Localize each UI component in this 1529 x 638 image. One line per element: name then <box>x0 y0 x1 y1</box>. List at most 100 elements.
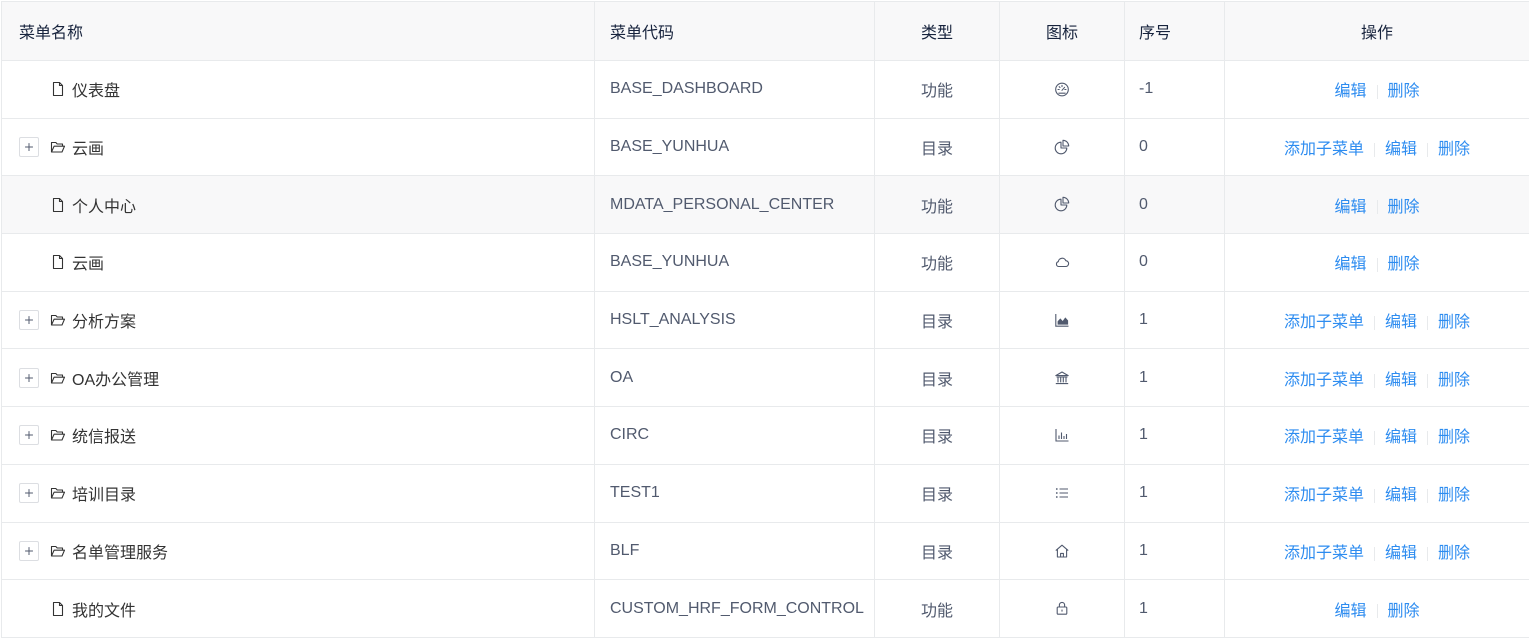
menu-type: 目录 <box>874 522 1000 581</box>
expand-button[interactable] <box>19 367 39 388</box>
menu-type: 功能 <box>874 233 1000 292</box>
actions-cell: 添加子菜单 编辑 删除 <box>1224 291 1529 350</box>
menu-name: 统信报送 <box>72 429 137 447</box>
menu-order: 1 <box>1124 579 1225 638</box>
actions-cell: 添加子菜单 编辑 删除 <box>1224 464 1529 523</box>
icon-cell <box>999 118 1125 177</box>
add-child-menu-link[interactable]: 添加子菜单 <box>1284 429 1364 446</box>
action-divider <box>1373 373 1375 388</box>
table-row: 个人中心 MDATA_PERSONAL_CENTER 功能 0 编辑 删除 <box>1 175 1529 235</box>
menu-type: 目录 <box>874 118 1000 177</box>
edit-link[interactable]: 编辑 <box>1385 487 1417 504</box>
menu-order: 1 <box>1124 406 1225 465</box>
add-child-menu-link[interactable]: 添加子菜单 <box>1284 487 1364 504</box>
header-menu-code: 菜单代码 <box>594 1 875 61</box>
menu-name: 云画 <box>72 256 105 274</box>
header-menu-icon: 图标 <box>999 1 1125 61</box>
edit-link[interactable]: 编辑 <box>1334 199 1366 216</box>
menu-name: 分析方案 <box>72 314 137 332</box>
table-row: 我的文件 CUSTOM_HRF_FORM_CONTROL 功能 1 编辑 删除 <box>1 579 1529 638</box>
plus-icon <box>22 371 36 385</box>
menu-table-container: 菜单名称 菜单代码 类型 图标 序号 操作 仪表盘 BASE_DASHBOARD <box>0 0 1529 638</box>
name-cell: 名单管理服务 <box>1 522 595 581</box>
delete-link[interactable]: 删除 <box>1438 545 1470 562</box>
action-divider <box>1373 142 1375 157</box>
expand-button[interactable] <box>19 540 39 561</box>
name-cell: OA办公管理 <box>1 348 595 408</box>
menu-code: BASE_DASHBOARD <box>594 60 875 119</box>
header-menu-name: 菜单名称 <box>1 1 595 61</box>
edit-link[interactable]: 编辑 <box>1385 141 1417 158</box>
edit-link[interactable]: 编辑 <box>1334 603 1366 620</box>
name-cell: 云画 <box>1 233 595 292</box>
delete-link[interactable]: 删除 <box>1388 603 1420 620</box>
header-menu-type: 类型 <box>874 1 1000 61</box>
menu-order: 1 <box>1124 522 1225 581</box>
menu-type: 目录 <box>874 291 1000 350</box>
menu-name: 仪表盘 <box>72 83 121 101</box>
name-cell: 统信报送 <box>1 406 595 465</box>
file-icon <box>50 601 66 617</box>
tree-node: 培训目录 <box>19 481 594 505</box>
menu-order: 1 <box>1124 348 1225 408</box>
actions-cell: 编辑 删除 <box>1224 579 1529 638</box>
menu-name: 名单管理服务 <box>72 544 169 562</box>
delete-link[interactable]: 删除 <box>1388 199 1420 216</box>
menu-order: 1 <box>1124 291 1225 350</box>
add-child-menu-link[interactable]: 添加子菜单 <box>1284 314 1364 331</box>
expand-button[interactable] <box>19 483 39 504</box>
edit-link[interactable]: 编辑 <box>1334 256 1366 273</box>
file-icon <box>50 197 66 213</box>
delete-link[interactable]: 删除 <box>1438 314 1470 331</box>
edit-link[interactable]: 编辑 <box>1334 83 1366 100</box>
edit-link[interactable]: 编辑 <box>1385 429 1417 446</box>
menu-tree-table: 菜单名称 菜单代码 类型 图标 序号 操作 仪表盘 BASE_DASHBOARD <box>1 1 1529 638</box>
action-divider <box>1427 488 1428 503</box>
menu-name: OA办公管理 <box>72 371 160 389</box>
table-row: 统信报送 CIRC 目录 1 添加子菜单 编辑 删除 <box>1 406 1529 465</box>
actions-cell: 添加子菜单 编辑 删除 <box>1224 406 1529 465</box>
folder-open-icon <box>50 370 66 386</box>
action-divider <box>1373 315 1375 330</box>
folder-open-icon <box>50 312 66 328</box>
delete-link[interactable]: 删除 <box>1438 429 1470 446</box>
delete-link[interactable]: 删除 <box>1388 256 1420 273</box>
delete-link[interactable]: 删除 <box>1388 83 1420 100</box>
delete-link[interactable]: 删除 <box>1438 141 1470 158</box>
expand-button[interactable] <box>19 137 39 158</box>
expand-button[interactable] <box>19 310 39 331</box>
add-child-menu-link[interactable]: 添加子菜单 <box>1284 545 1364 562</box>
action-divider <box>1427 431 1428 446</box>
action-divider <box>1427 546 1428 561</box>
add-child-menu-link[interactable]: 添加子菜单 <box>1284 372 1364 389</box>
menu-order: 0 <box>1124 233 1225 292</box>
tree-node: 云画 <box>19 135 594 159</box>
menu-code: MDATA_PERSONAL_CENTER <box>594 175 875 235</box>
add-child-menu-link[interactable]: 添加子菜单 <box>1284 141 1364 158</box>
bank-icon <box>1054 370 1070 386</box>
icon-cell <box>999 464 1125 523</box>
tree-node: 名单管理服务 <box>19 539 594 563</box>
menu-order: 0 <box>1124 118 1225 177</box>
action-divider <box>1373 488 1375 503</box>
expand-button[interactable] <box>19 425 39 446</box>
plus-icon <box>22 140 36 154</box>
delete-link[interactable]: 删除 <box>1438 487 1470 504</box>
table-header-row: 菜单名称 菜单代码 类型 图标 序号 操作 <box>1 1 1529 61</box>
edit-link[interactable]: 编辑 <box>1385 372 1417 389</box>
action-divider <box>1427 142 1428 157</box>
tree-node: 云画 <box>19 250 594 274</box>
menu-name: 我的文件 <box>72 602 137 620</box>
name-cell: 仪表盘 <box>1 60 595 119</box>
edit-link[interactable]: 编辑 <box>1385 545 1417 562</box>
delete-link[interactable]: 删除 <box>1438 372 1470 389</box>
menu-order: 1 <box>1124 464 1225 523</box>
edit-link[interactable]: 编辑 <box>1385 314 1417 331</box>
menu-code: TEST1 <box>594 464 875 523</box>
menu-type: 目录 <box>874 406 1000 465</box>
folder-open-icon <box>50 427 66 443</box>
menu-code: CIRC <box>594 406 875 465</box>
menu-code: BASE_YUNHUA <box>594 233 875 292</box>
